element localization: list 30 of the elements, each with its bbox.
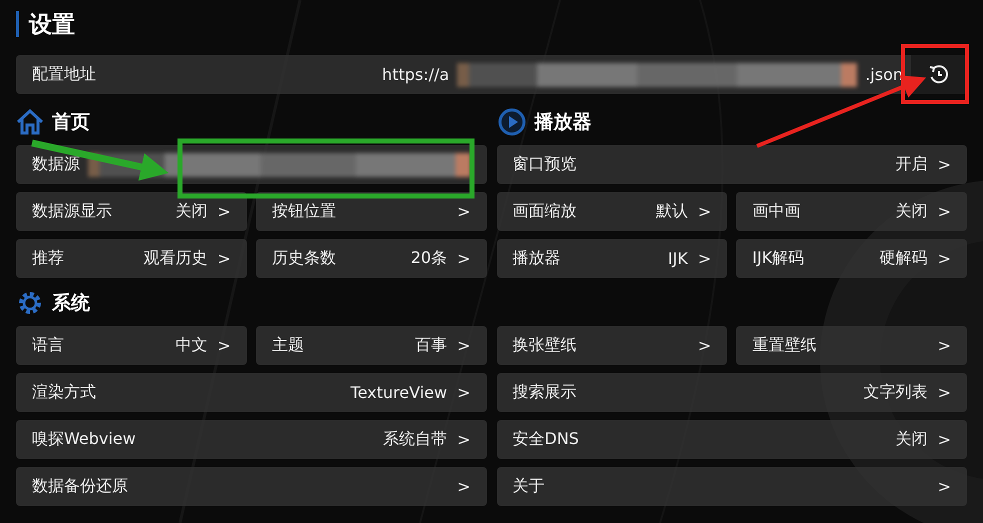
setting-item[interactable]: 安全DNS 关闭 > [496, 420, 967, 459]
section-title: 首页 [52, 110, 90, 135]
section-title: 系统 [52, 291, 90, 316]
setting-item[interactable]: 嗅探Webview 系统自带 > [16, 420, 486, 459]
setting-item[interactable]: 重置壁纸 > [736, 326, 967, 365]
setting-item[interactable]: 语言 中文 > [16, 326, 247, 365]
setting-item[interactable]: 搜索展示 文字列表 > [496, 373, 967, 412]
play-icon [496, 107, 526, 137]
highlight-frame [901, 44, 969, 104]
setting-item[interactable]: 换张壁纸 > [496, 326, 728, 365]
setting-item[interactable]: 历史条数 20条 > [256, 239, 486, 278]
section-title: 播放器 [534, 110, 592, 135]
data-source-field[interactable]: 数据源 [16, 145, 486, 184]
setting-item[interactable]: 数据备份还原 > [16, 467, 486, 506]
setting-item[interactable]: 主题 百事 > [256, 326, 486, 365]
field-label: 数据源 [32, 154, 80, 175]
setting-item[interactable]: 数据源显示 关闭 > [16, 192, 247, 231]
setting-item[interactable]: 关于 > [496, 467, 967, 506]
setting-item[interactable]: 渲染方式 TextureView > [16, 373, 486, 412]
setting-item[interactable]: 推荐 观看历史 > [16, 239, 247, 278]
setting-item[interactable]: 窗口预览 开启 > [496, 145, 967, 184]
setting-item[interactable]: 播放器 IJK > [496, 239, 728, 278]
setting-item[interactable]: 画中画 关闭 > [736, 192, 967, 231]
page-title: 设置 [29, 10, 75, 40]
settings-icon [16, 289, 44, 317]
setting-item[interactable]: 画面缩放 默认 > [496, 192, 728, 231]
history-icon [928, 64, 950, 86]
home-icon [16, 109, 44, 135]
setting-item[interactable]: IJK解码 硬解码 > [736, 239, 967, 278]
history-button[interactable] [911, 55, 967, 94]
